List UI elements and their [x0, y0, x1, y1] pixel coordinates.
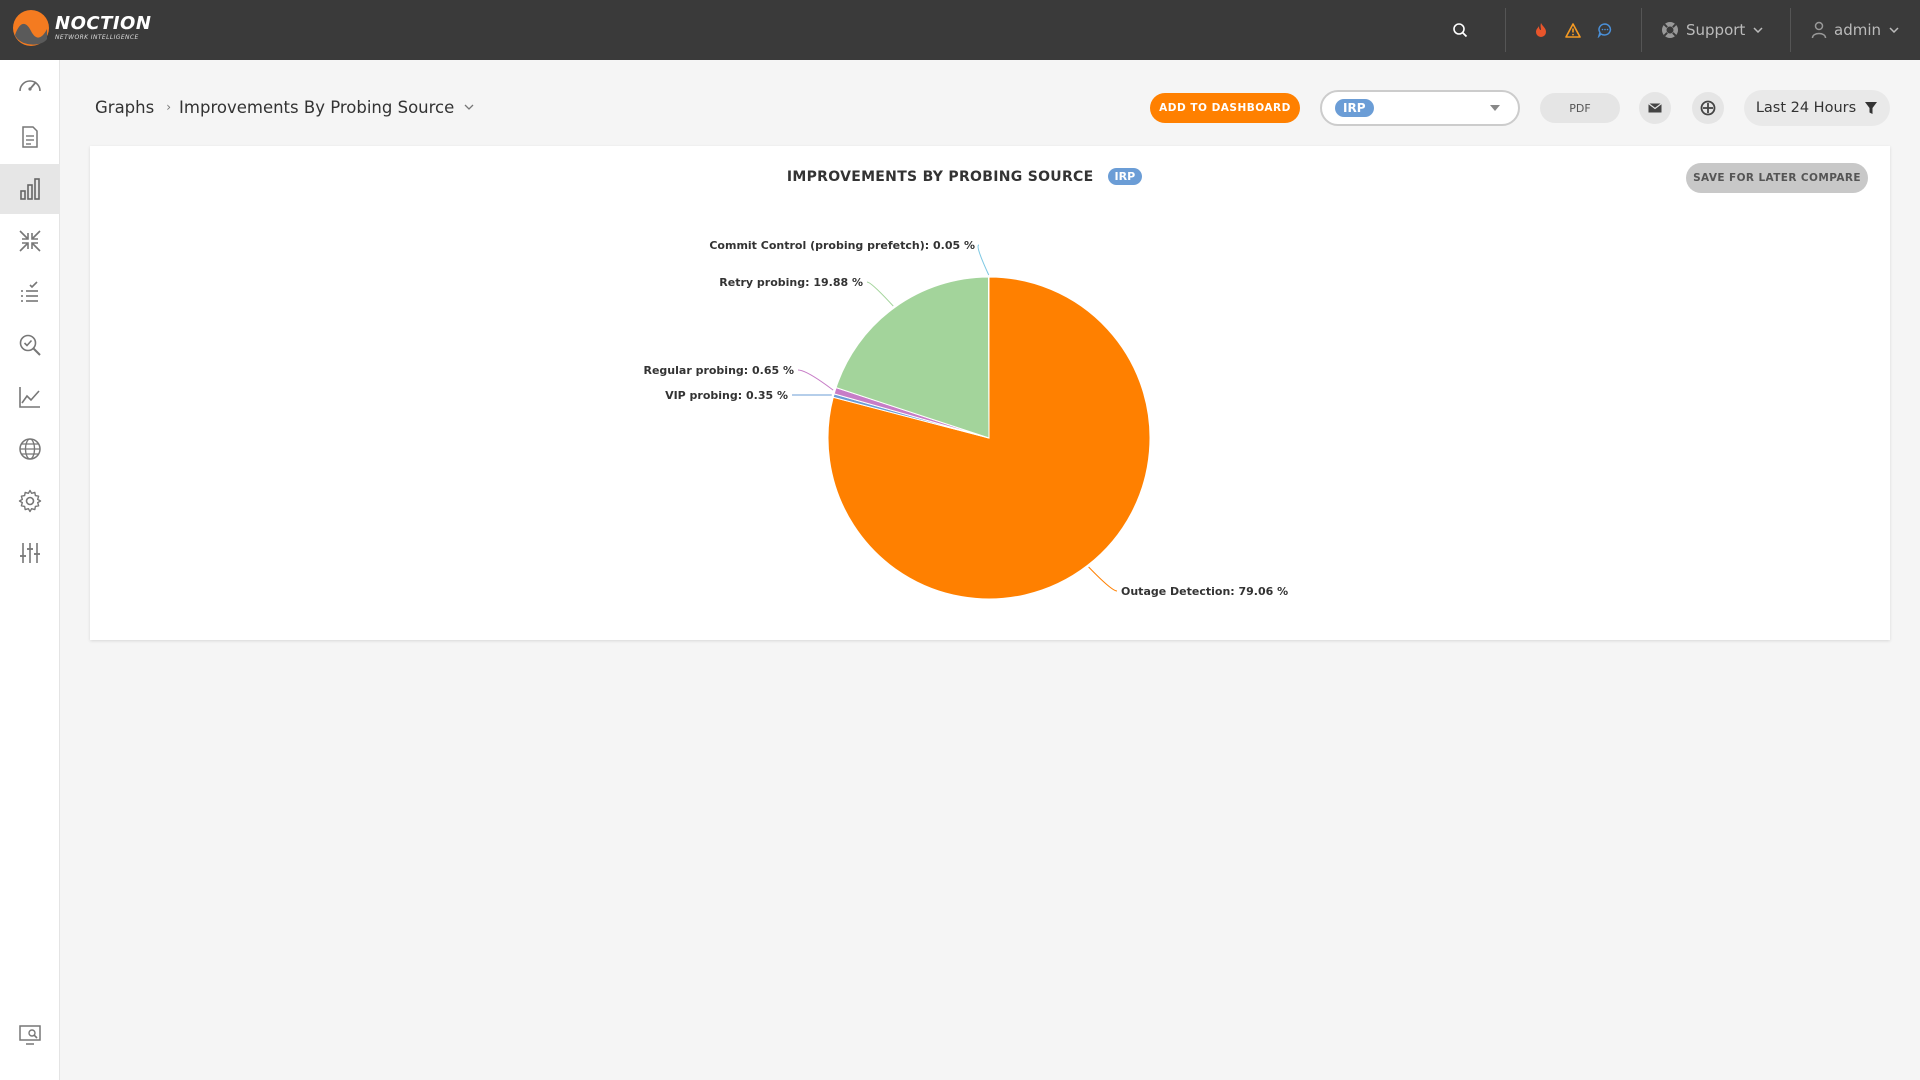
email-button[interactable] — [1639, 92, 1671, 124]
envelope-icon — [1648, 103, 1662, 113]
filter-icon — [1865, 102, 1878, 114]
crosshair-icon — [1700, 100, 1716, 116]
sliders-icon — [20, 543, 40, 563]
checklist-icon — [21, 281, 38, 302]
lifebuoy-icon — [1662, 22, 1678, 38]
pie-data-label: Commit Control (probing prefetch): 0.05 … — [709, 239, 975, 252]
pie-label-connector — [1088, 566, 1118, 592]
sidebar-item-network[interactable] — [0, 424, 60, 474]
sidebar-item-reports[interactable] — [0, 112, 60, 162]
support-menu[interactable]: Support — [1661, 18, 1763, 42]
search-icon[interactable] — [1449, 19, 1471, 41]
noction-logo[interactable]: NOCTION NETWORK INTELLIGENCE — [12, 9, 151, 47]
sidebar-item-settings[interactable] — [0, 476, 60, 526]
bar-chart-icon — [20, 178, 40, 200]
breadcrumb-graphs-link[interactable]: Graphs — [95, 98, 154, 117]
pie-label-connector — [977, 244, 990, 276]
gear-icon — [18, 489, 42, 513]
monitor-search-icon — [19, 1025, 41, 1045]
search-check-icon — [19, 334, 41, 356]
globe-icon — [19, 438, 41, 460]
time-range-filter[interactable]: Last 24 Hours — [1744, 90, 1890, 126]
breadcrumb-current[interactable]: Improvements By Probing Source — [179, 98, 454, 117]
support-label: Support — [1686, 21, 1746, 39]
brand-name: NOCTION — [55, 13, 152, 34]
pie-data-label: Regular probing: 0.65 % — [643, 364, 794, 377]
caret-down-icon — [1490, 105, 1500, 111]
warning-icon[interactable] — [1562, 19, 1584, 41]
report-icon — [22, 126, 38, 148]
chevron-down-icon — [1753, 27, 1763, 33]
chat-icon[interactable] — [1594, 19, 1616, 41]
snapshot-button[interactable] — [1692, 92, 1724, 124]
noction-logo-mark-icon — [13, 10, 49, 46]
pie-label-connector — [797, 369, 834, 391]
topbar-divider — [1505, 8, 1506, 52]
sidebar-item-tasks[interactable] — [0, 268, 60, 318]
sidebar-item-improvements[interactable] — [0, 216, 60, 266]
sidebar-item-explorer[interactable] — [0, 320, 60, 370]
sidebar-item-monitor[interactable] — [0, 1010, 60, 1060]
chevron-right-icon: › — [166, 100, 172, 114]
fire-alert-icon[interactable] — [1530, 19, 1552, 41]
line-chart-icon — [19, 387, 40, 408]
sidebar-item-graphs[interactable] — [0, 164, 60, 214]
pie-chart: Outage Detection: 79.06 % VIP probing: 0.… — [643, 239, 1288, 600]
graph-card: IMPROVEMENTS BY PROBING SOURCE IRP SAVE … — [90, 146, 1890, 640]
user-icon — [1811, 21, 1827, 39]
sidebar — [0, 60, 60, 1080]
pie-label-connector — [866, 281, 894, 307]
pie-data-label: Retry probing: 19.88 % — [719, 276, 863, 289]
user-label: admin — [1834, 21, 1881, 39]
pie-data-label: VIP probing: 0.35 % — [665, 389, 788, 402]
brand-tagline: NETWORK INTELLIGENCE — [55, 34, 139, 41]
pie-slice-commit-control-probing-prefetch[interactable] — [987, 276, 990, 439]
chevron-down-icon — [1889, 27, 1899, 33]
sidebar-item-trends[interactable] — [0, 372, 60, 422]
add-to-dashboard-button[interactable]: ADD TO DASHBOARD — [1150, 93, 1300, 123]
sidebar-item-dashboard[interactable] — [0, 60, 60, 110]
user-menu[interactable]: admin — [1811, 18, 1899, 42]
instance-select[interactable]: IRP — [1320, 90, 1520, 126]
collapse-arrows-icon — [19, 230, 41, 252]
pdf-button[interactable]: PDF — [1540, 93, 1620, 123]
chevron-down-icon[interactable] — [464, 104, 474, 110]
time-range-label: Last 24 Hours — [1755, 100, 1857, 116]
top-bar: NOCTION NETWORK INTELLIGENCE Support adm… — [0, 0, 1920, 60]
select-value-tag: IRP — [1335, 99, 1374, 117]
breadcrumb: Graphs › Improvements By Probing Source — [95, 96, 474, 118]
topbar-divider — [1790, 8, 1791, 52]
pie-data-label: Outage Detection: 79.06 % — [1121, 585, 1288, 598]
topbar-divider — [1641, 8, 1642, 52]
speedometer-icon — [19, 80, 41, 92]
sidebar-item-configuration[interactable] — [0, 528, 60, 578]
